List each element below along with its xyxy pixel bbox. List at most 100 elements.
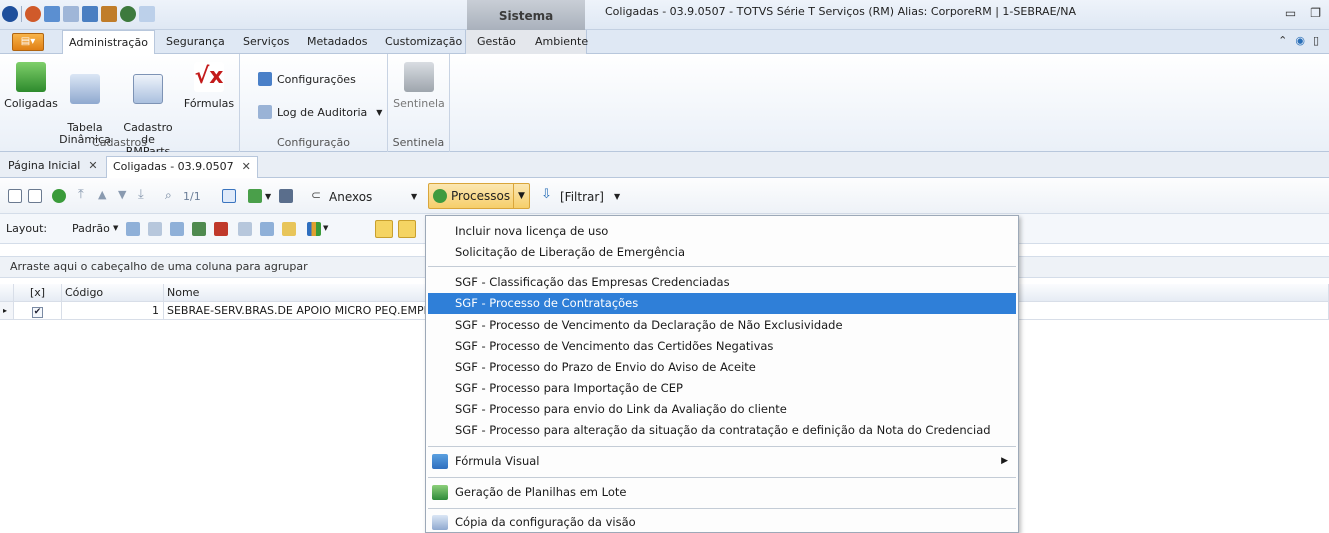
tools-icon[interactable]: [101, 6, 117, 22]
configuracoes-label: Configurações: [277, 72, 356, 86]
minimize-icon[interactable]: ▭: [1285, 6, 1296, 20]
close-icon[interactable]: ✕: [88, 159, 97, 172]
globe-icon[interactable]: [25, 6, 41, 22]
window-controls: ▭ ❐: [1285, 6, 1321, 20]
close-icon[interactable]: ✕: [242, 160, 251, 173]
menu-item-link-avaliacao[interactable]: SGF - Processo para envio do Link da Ava…: [428, 399, 1016, 420]
title-bar: Sistema Coligadas - 03.9.0507 - TOTVS Sé…: [0, 0, 1329, 30]
sum-icon[interactable]: [260, 222, 274, 236]
copy-icon[interactable]: [139, 6, 155, 22]
menu-item-vencimento-certidoes[interactable]: SGF - Processo de Vencimento das Certidõ…: [428, 336, 1016, 357]
menu-item-classificacao-empresas[interactable]: SGF - Classificação das Empresas Credenc…: [428, 272, 1016, 293]
context-tab-sistema: Sistema: [467, 0, 585, 30]
menu-item-processo-contratacoes[interactable]: SGF - Processo de Contratações: [428, 293, 1016, 314]
group-label-sentinela: Sentinela: [392, 136, 445, 149]
doc-tab-coligadas[interactable]: Coligadas - 03.9.0507 ✕: [106, 156, 258, 179]
log-auditoria-button[interactable]: Log de Auditoria ▼: [258, 105, 382, 119]
audit-log-icon: [258, 105, 272, 119]
import-icon[interactable]: [192, 222, 206, 236]
details-toggle-icon[interactable]: [398, 220, 416, 238]
next-record-icon[interactable]: ▼: [118, 189, 132, 203]
grid-layout-icon[interactable]: [126, 222, 140, 236]
save-icon[interactable]: [44, 6, 60, 22]
table-view-icon[interactable]: [170, 222, 184, 236]
menu-item-liberacao-emergencia[interactable]: Solicitação de Liberação de Emergência: [428, 242, 1016, 263]
processos-button[interactable]: Processos ▼: [428, 183, 530, 209]
previous-record-icon[interactable]: ▲: [98, 189, 112, 203]
users-icon[interactable]: [120, 6, 136, 22]
tabela-dinamica-button[interactable]: Tabela Dinâmica: [58, 62, 112, 146]
tab-administracao[interactable]: Administração: [62, 30, 155, 55]
restore-icon[interactable]: ❐: [1310, 6, 1321, 20]
chevron-down-icon[interactable]: ▼: [411, 192, 417, 201]
new-document-icon[interactable]: [8, 189, 22, 203]
row-checkbox[interactable]: ✔: [32, 307, 43, 318]
chevron-down-icon[interactable]: ▼: [614, 192, 620, 201]
menu-item-copia-configuracao[interactable]: Cópia da configuração da visão: [428, 512, 1016, 533]
menu-item-vencimento-declaracao[interactable]: SGF - Processo de Vencimento da Declaraç…: [428, 315, 1016, 336]
panel-icon[interactable]: ▯: [1313, 34, 1319, 47]
menu-item-formula-visual[interactable]: Fórmula Visual ▶: [428, 451, 1016, 472]
group-configuracao: Configurações Log de Auditoria ▼ Configu…: [240, 54, 388, 152]
group-sentinela: Sentinela Sentinela: [388, 54, 450, 152]
window-icon[interactable]: [63, 6, 79, 22]
anexos-button[interactable]: Anexos: [329, 190, 372, 204]
app-logo-icon[interactable]: [2, 6, 18, 22]
menu-item-alteracao-situacao[interactable]: SGF - Processo para alteração da situaçã…: [428, 420, 1016, 441]
formulas-button[interactable]: √x Fórmulas: [182, 62, 236, 110]
log-auditoria-label: Log de Auditoria: [277, 105, 368, 119]
group-cadastros: Coligadas Tabela Dinâmica Cadastro de RM…: [0, 54, 240, 158]
application-menu-button[interactable]: ▤▾: [12, 33, 44, 51]
form-view-icon[interactable]: [238, 222, 252, 236]
tab-metadados[interactable]: Metadados: [301, 30, 373, 54]
spreadsheet-icon: [432, 485, 448, 500]
tab-seguranca[interactable]: Segurança: [160, 30, 231, 54]
coligadas-button[interactable]: Coligadas: [4, 62, 58, 110]
first-record-icon[interactable]: ⤒: [78, 188, 92, 203]
highlight-icon[interactable]: [282, 222, 296, 236]
doc-tab-pagina-inicial[interactable]: Página Inicial ✕: [2, 156, 104, 178]
sentinela-button[interactable]: Sentinela: [392, 62, 446, 110]
upload-icon[interactable]: [214, 222, 228, 236]
chevron-down-icon[interactable]: ▼: [513, 184, 529, 208]
bar-chart-icon[interactable]: [307, 222, 321, 236]
formula-visual-label: Fórmula Visual: [455, 454, 540, 468]
menu-item-incluir-licenca[interactable]: Incluir nova licença de uso: [428, 221, 1016, 242]
layout-icon[interactable]: [82, 6, 98, 22]
columns-icon[interactable]: [148, 222, 162, 236]
column-header-check[interactable]: [x]: [14, 284, 62, 302]
refresh-icon[interactable]: [52, 189, 66, 203]
collapse-ribbon-icon[interactable]: ⌃: [1278, 34, 1287, 47]
row-indicator-icon: ▸: [0, 302, 14, 320]
chevron-down-icon[interactable]: ▼: [265, 192, 271, 201]
menu-separator: [428, 508, 1016, 509]
chevron-down-icon[interactable]: ▼: [323, 224, 328, 232]
menu-item-geracao-planilhas[interactable]: Geração de Planilhas em Lote: [428, 482, 1016, 503]
row-checkbox-cell[interactable]: ✔: [14, 302, 62, 320]
processos-gear-icon: [433, 189, 447, 203]
layout-label: Layout:: [6, 222, 48, 235]
menu-item-prazo-aviso-aceite[interactable]: SGF - Processo do Prazo de Envio do Avis…: [428, 357, 1016, 378]
layout-padrao-dropdown[interactable]: Padrão: [72, 222, 110, 235]
coligadas-icon: [16, 62, 46, 92]
tab-customizacao[interactable]: Customização: [379, 30, 468, 54]
codigo-cell[interactable]: 1: [62, 302, 164, 320]
panel-toggle-icon[interactable]: [375, 220, 393, 238]
column-header-codigo[interactable]: Código: [62, 284, 164, 302]
menu-item-importacao-cep[interactable]: SGF - Processo para Importação de CEP: [428, 378, 1016, 399]
configuracoes-button[interactable]: Configurações: [258, 72, 356, 86]
chevron-down-icon[interactable]: ▼: [113, 224, 118, 232]
tab-servicos[interactable]: Serviços: [237, 30, 295, 54]
print-icon[interactable]: [279, 189, 293, 203]
filtrar-button[interactable]: [Filtrar]: [560, 190, 604, 204]
calendar-icon[interactable]: [222, 189, 236, 203]
tab-ambiente[interactable]: Ambiente: [529, 30, 594, 54]
binoculars-icon[interactable]: ⌕: [165, 189, 179, 203]
help-icon[interactable]: ◉: [1295, 34, 1305, 47]
edit-document-icon[interactable]: [28, 189, 42, 203]
coligadas-label: Coligadas: [4, 97, 58, 110]
last-record-icon[interactable]: ⤓: [138, 188, 152, 203]
tab-gestao[interactable]: Gestão: [471, 30, 522, 54]
doc-tab-label: Coligadas - 03.9.0507: [113, 160, 234, 173]
export-icon[interactable]: [248, 189, 262, 203]
